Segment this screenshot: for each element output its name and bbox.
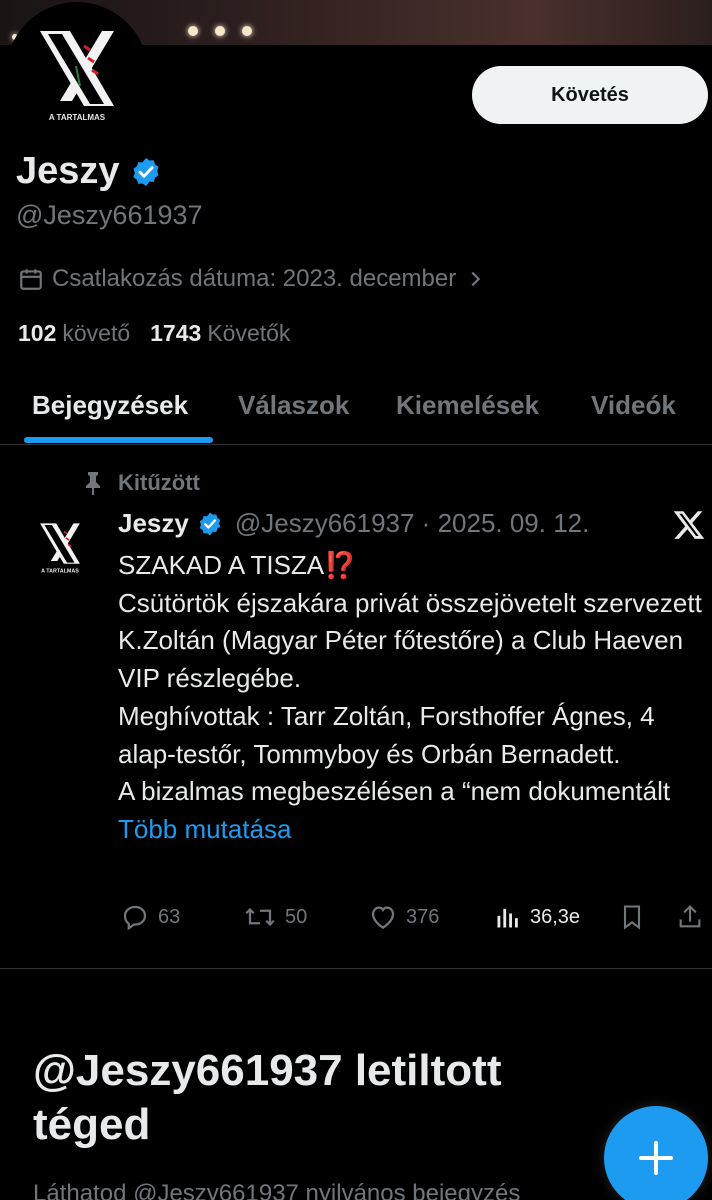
compose-button[interactable] xyxy=(604,1106,708,1200)
banner-light xyxy=(242,26,252,36)
reply-count: 63 xyxy=(158,905,181,928)
blocked-title: @Jeszy661937 letiltott téged xyxy=(33,1046,502,1149)
share-button[interactable] xyxy=(676,902,704,932)
plus-icon xyxy=(639,1141,673,1175)
tab-replies[interactable]: Válaszok xyxy=(238,390,349,421)
repost-count: 50 xyxy=(285,905,308,928)
svg-text:A TARTALMAS: A TARTALMAS xyxy=(41,568,79,574)
post-author[interactable]: Jeszy xyxy=(118,508,189,539)
followers-link[interactable]: 1743 Követők xyxy=(150,320,290,347)
views-button[interactable]: 36,3e xyxy=(494,902,580,932)
profile-name-text: Jeszy xyxy=(16,150,120,192)
post-avatar[interactable]: A TARTALMAS xyxy=(24,510,96,582)
x-logo-icon[interactable] xyxy=(672,508,706,542)
pinned-text: Kitűzött xyxy=(118,470,200,495)
profile-name: Jeszy xyxy=(16,150,162,193)
profile-handle: @Jeszy661937 xyxy=(16,200,203,230)
blocked-subtitle: Láthatod @Jeszy661937 nyilvános bejegyzé… xyxy=(33,1180,521,1200)
followers-label: Követők xyxy=(207,320,291,346)
post-actions: 63 50 376 36,3e xyxy=(0,898,712,938)
profile-tabs: Bejegyzések Válaszok Kiemelések Videók xyxy=(0,375,712,445)
post-text: SZAKAD A TISZA⁉️ Csütörtök éjszakára pri… xyxy=(118,547,712,849)
views-icon xyxy=(497,908,518,928)
profile-avatar[interactable]: A TARTALMAS xyxy=(6,2,148,144)
post-meta[interactable]: @Jeszy661937 · 2025. 09. 12. xyxy=(235,508,590,539)
tab-posts[interactable]: Bejegyzések xyxy=(32,390,188,421)
show-more-link[interactable]: Több mutatása xyxy=(118,814,291,844)
calendar-icon xyxy=(20,269,42,290)
repost-icon xyxy=(245,907,275,927)
bookmark-button[interactable] xyxy=(618,902,646,932)
like-icon xyxy=(371,906,395,929)
pin-icon xyxy=(86,472,100,495)
chevron-right-icon xyxy=(471,271,481,287)
tab-highlights[interactable]: Kiemelések xyxy=(396,390,539,421)
bookmark-icon xyxy=(623,905,641,930)
views-count: 36,3e xyxy=(530,905,581,928)
repost-button[interactable]: 50 xyxy=(243,902,307,932)
reply-button[interactable]: 63 xyxy=(120,902,180,932)
following-label: követő xyxy=(62,320,131,346)
svg-text:A TARTALMAS: A TARTALMAS xyxy=(49,113,106,122)
following-count: 102 xyxy=(18,320,57,346)
post-text-content: SZAKAD A TISZA⁉️ Csütörtök éjszakára pri… xyxy=(118,550,702,807)
avatar-logo-icon: A TARTALMAS xyxy=(10,6,144,140)
tab-videos[interactable]: Videók xyxy=(591,390,676,421)
pinned-label: Kitűzött xyxy=(82,470,200,496)
active-tab-indicator xyxy=(24,437,213,443)
joined-text: Csatlakozás dátuma: 2023. december xyxy=(52,265,457,292)
banner-light xyxy=(188,26,198,36)
like-count: 376 xyxy=(406,905,440,928)
followers-count: 1743 xyxy=(150,320,202,346)
follow-button[interactable]: Követés xyxy=(472,66,708,124)
joined-date[interactable]: Csatlakozás dátuma: 2023. december xyxy=(18,265,486,293)
verified-badge-icon[interactable] xyxy=(130,156,162,188)
share-icon xyxy=(679,905,701,928)
post-header: Jeszy @Jeszy661937 · 2025. 09. 12. xyxy=(118,508,589,539)
following-link[interactable]: 102 követő xyxy=(18,320,130,347)
divider xyxy=(0,968,712,969)
banner-light xyxy=(215,26,225,36)
verified-badge-icon[interactable] xyxy=(197,511,223,537)
reply-icon xyxy=(123,905,147,931)
follow-stats: 102 követő 1743 Követők xyxy=(18,320,290,347)
like-button[interactable]: 376 xyxy=(368,902,439,932)
avatar-logo-icon: A TARTALMAS xyxy=(24,510,96,582)
